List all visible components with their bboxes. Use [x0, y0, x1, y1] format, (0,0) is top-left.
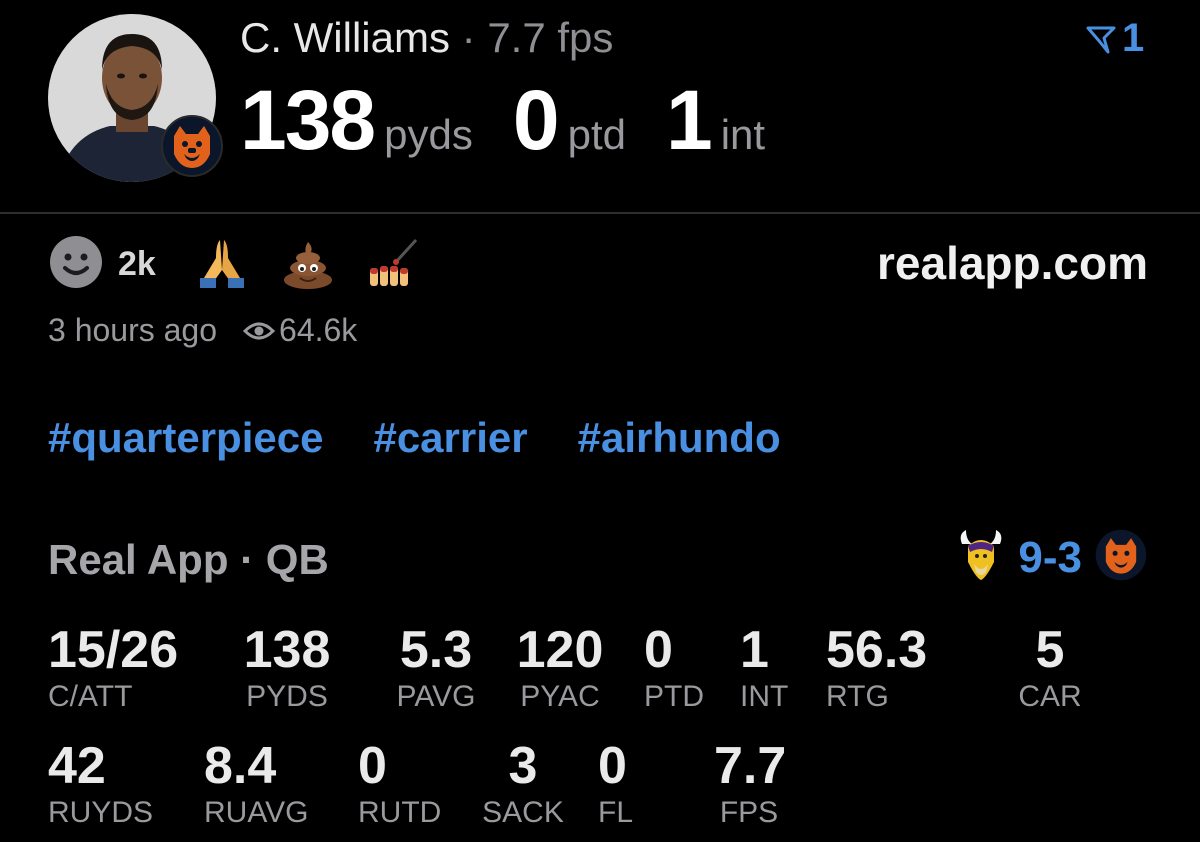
stat-cell: 8.4 RUAVG: [204, 738, 308, 830]
headline-stat-unit: ptd: [567, 111, 626, 158]
stat-cell: 138 PYDS: [236, 622, 338, 714]
post-meta: 3 hours ago 64.6k: [48, 312, 357, 349]
reaction-bar: 2k: [48, 234, 452, 294]
stat-label: CAR: [1018, 680, 1082, 713]
flag-icon: [1086, 26, 1116, 53]
stat-value: 15/26: [48, 621, 179, 679]
stat-value: 42: [48, 737, 106, 795]
player-name[interactable]: C. Williams: [240, 14, 450, 61]
headline-stat-unit: int: [720, 111, 766, 158]
stat-label: RTG: [826, 680, 889, 713]
player-title: C. Williams · 7.7 fps: [240, 12, 613, 64]
stat-value: 56.3: [826, 621, 928, 679]
stat-cell: 0 RUTD: [358, 738, 441, 830]
stat-cell: 5 CAR: [1014, 622, 1086, 714]
stat-label: PTD: [644, 680, 704, 713]
stat-cell: 56.3 RTG: [826, 622, 927, 714]
headline-stat-unit: pyds: [384, 111, 473, 158]
stat-label: RUYDS: [48, 796, 154, 829]
stat-value: 1: [740, 621, 769, 679]
player-fps: 7.7 fps: [487, 14, 614, 61]
hashtag-link[interactable]: #airhundo: [578, 414, 781, 462]
view-count: 64.6k: [243, 312, 357, 349]
post-time: 3 hours ago: [48, 312, 218, 348]
stat-cell: 42 RUYDS: [48, 738, 153, 830]
stat-label: INT: [740, 680, 789, 713]
headline-stat-value: 1: [665, 73, 713, 167]
title-separator: ·: [461, 14, 476, 61]
stat-cell: 15/26 C/ATT: [48, 622, 178, 714]
headline-stat-value: 138: [240, 73, 376, 167]
stat-value: 7.7: [714, 737, 787, 795]
stat-value: 5.3: [399, 621, 473, 679]
stat-value: 0: [644, 621, 673, 679]
rank-badge[interactable]: 1: [1086, 16, 1144, 61]
game-score-value: 9-3: [1018, 532, 1082, 582]
stat-value: 120: [516, 621, 604, 679]
stat-label: PYDS: [246, 680, 328, 713]
stat-cell: 5.3 PAVG: [392, 622, 480, 714]
hashtag-list: #quarterpiece #carrier #airhundo: [48, 414, 831, 462]
stat-label: RUTD: [358, 796, 442, 829]
headline-stats: 138 pyds 0 ptd 1 int: [240, 72, 805, 167]
stat-label: SACK: [482, 796, 564, 829]
bears-logo-icon: [1094, 528, 1148, 587]
hashtag-link[interactable]: #quarterpiece: [48, 414, 323, 462]
stat-value: 138: [243, 621, 331, 679]
stat-cell: 3 SACK: [478, 738, 568, 830]
stat-value: 0: [358, 737, 387, 795]
stat-label: FL: [598, 796, 634, 829]
stat-cell: 0 FL: [598, 738, 633, 830]
stat-value: 8.4: [204, 737, 277, 795]
game-score[interactable]: 9-3: [956, 528, 1148, 587]
reaction-count: 2k: [118, 244, 156, 283]
praying-hands-icon[interactable]: [194, 234, 280, 295]
stat-cell: 120 PYAC: [510, 622, 610, 714]
header-divider: [0, 212, 1200, 214]
vikings-logo-icon: [956, 528, 1006, 587]
view-count-value: 64.6k: [279, 312, 358, 348]
eye-icon: [243, 322, 276, 339]
rank-value: 1: [1122, 16, 1145, 60]
stat-label: FPS: [719, 796, 779, 829]
stat-value: 5: [1035, 621, 1065, 679]
stat-label: PAVG: [396, 680, 476, 713]
stat-cell: 0 PTD: [644, 622, 704, 714]
site-link[interactable]: realapp.com: [877, 236, 1148, 290]
stat-value: 0: [598, 737, 627, 795]
headline-stat-value: 0: [512, 73, 560, 167]
hashtag-link[interactable]: #carrier: [373, 414, 527, 462]
stat-cell: 7.7 FPS: [714, 737, 787, 830]
stat-cell: 1 INT: [740, 622, 788, 714]
stat-label: PYAC: [520, 680, 600, 713]
section-title: Real App · QB: [48, 536, 329, 583]
stat-label: RUAVG: [204, 796, 309, 829]
smiley-icon[interactable]: [48, 234, 104, 295]
bears-logo-icon: [160, 114, 224, 178]
stat-value: 3: [508, 737, 538, 795]
poop-icon[interactable]: [280, 234, 366, 295]
stat-label: C/ATT: [48, 680, 133, 713]
nail-polish-icon[interactable]: [366, 234, 452, 295]
